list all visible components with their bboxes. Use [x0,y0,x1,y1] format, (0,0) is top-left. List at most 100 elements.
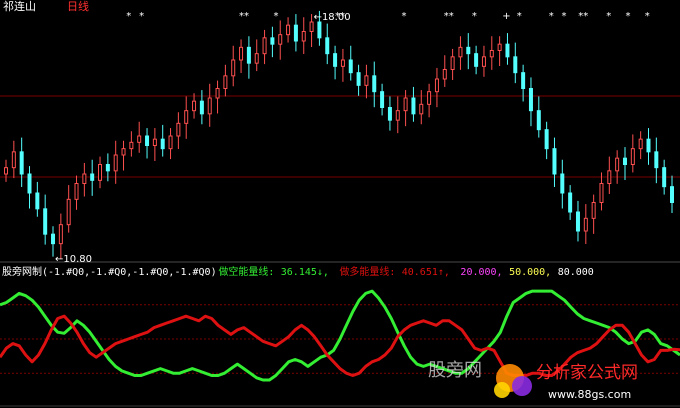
signal-marker: * [472,11,477,22]
candle-body [670,186,674,204]
watermark-logo [488,356,680,408]
high-price-label: ←18.00 [314,12,351,23]
candle-body [246,46,251,64]
signal-marker: * [517,11,522,22]
candle-body [372,75,377,93]
candle-body [442,69,447,80]
signal-marker: * [139,11,144,22]
candle-body [215,88,220,99]
candle-body [427,91,432,105]
candle-body [293,24,298,42]
candle-body [575,211,580,232]
candle-body [654,151,659,169]
candle-body [395,110,400,121]
candle-body [98,164,103,181]
candle-body [105,164,110,172]
candle-body [568,192,573,213]
signal-marker: * [549,11,554,22]
candle-body [199,100,204,115]
signal-marker: * [626,11,631,22]
level-a-value: 20.000, [460,267,502,278]
short-energy-label: 做空能量线: [218,265,274,278]
watermark-logo-icon [494,364,532,398]
candle-body [51,233,56,245]
long-energy-label: 做多能量线: [339,265,395,278]
candle-body [364,75,369,86]
long-energy-value: 40.651↑, [402,267,450,278]
candle-body [239,46,244,61]
candle-body [121,148,126,156]
candle-body [278,34,283,45]
candle-body [325,37,330,55]
signal-marker: ** [444,11,454,22]
candle-body [11,151,16,169]
signal-marker: * [126,11,131,22]
candle-body [521,72,526,89]
candle-body [333,53,338,67]
candle-body [615,157,620,172]
candle-body [560,173,565,194]
candle-body [348,59,353,74]
candle-body [607,170,612,184]
candle-body [622,157,627,166]
signal-marker: * [562,11,567,22]
candle-body [43,208,48,235]
signal-marker: * [402,11,407,22]
signal-markers: * * ** * ** * ** * + * * * ** * * * [126,11,649,22]
candle-body [19,151,24,175]
stock-chart-window: * * ** * ** * ** * + * * * ** * * * ←18.00 ←10.80 祁连山 日线 股旁网… [0,0,680,408]
candle-body [419,103,424,115]
candle-body [192,100,197,112]
candle-body [387,107,392,121]
candle-body [536,110,541,131]
candle-body [489,50,494,58]
candle-body [528,88,533,112]
signal-marker: * [606,11,611,22]
candle-body [411,97,416,115]
chart-canvas[interactable]: * * ** * ** * ** * + * * * ** * * *←18.00←10.80祁连山 日线股旁网… [0,0,680,408]
candle-body [458,46,463,58]
candle-body [317,21,322,39]
candle-body [434,78,439,93]
candle-body [309,21,314,32]
level-b-value: 50.000, [509,267,551,278]
candle-body [505,43,510,58]
candle-body [638,138,643,150]
candlestick-series [4,10,674,260]
candle-body [466,46,471,55]
candle-body [113,154,118,172]
candle-body [301,31,306,42]
candle-body [231,59,236,77]
candle-body [152,138,157,147]
candle-body [184,110,189,124]
candle-body [90,173,95,181]
candle-body [35,192,40,210]
candle-body [262,37,267,55]
level-c-value: 80.000 [558,267,594,278]
candle-body [58,224,63,245]
candle-body [380,91,385,108]
signal-marker: ** [578,11,588,22]
candle-body [591,202,596,219]
candle-body [145,135,150,146]
candle-body [66,198,71,226]
candle-body [254,53,259,64]
candle-body [544,129,549,150]
candle-body [662,167,667,188]
low-price-label: ←10.80 [55,254,92,265]
signal-marker: + [502,11,510,22]
candle-body [356,72,361,86]
candle-body [646,138,651,153]
candle-body [583,217,588,232]
candle-body [286,24,291,36]
candle-body [129,141,134,150]
signal-marker: * [274,11,279,22]
indicator-name-params: 股旁网制(-1.#Q0,-1.#Q0,-1.#Q0,-1.#Q0) [2,265,217,278]
candle-body [4,167,8,175]
candle-body [160,138,165,150]
candle-body [82,173,87,184]
candle-body [450,56,455,70]
stock-name: 祁连山 [3,0,36,13]
candle-body [340,59,345,67]
candle-body [497,43,502,52]
